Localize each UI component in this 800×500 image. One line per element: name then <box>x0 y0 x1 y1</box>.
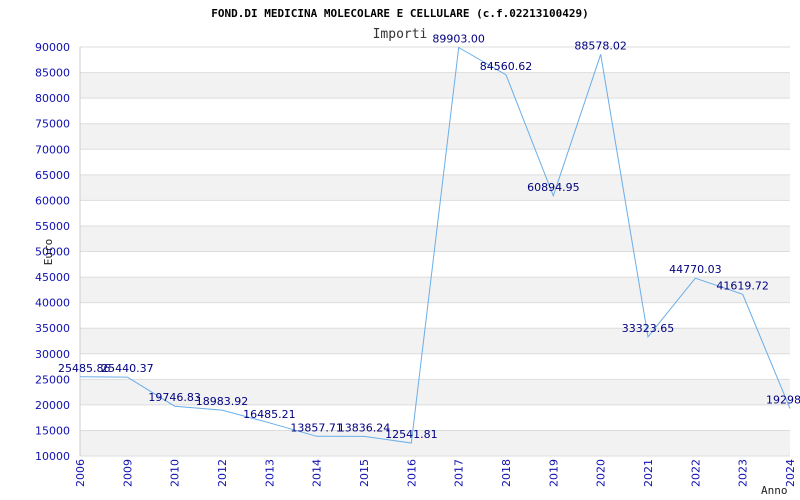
x-tick-label: 2015 <box>358 459 371 487</box>
y-axis-label: Euro <box>42 239 55 266</box>
y-tick-label: 60000 <box>35 194 70 207</box>
data-label: 25440.37 <box>101 362 154 375</box>
y-tick-label: 55000 <box>35 220 70 233</box>
x-tick-label: 2006 <box>74 459 87 487</box>
chart-title: FOND.DI MEDICINA MOLECOLARE E CELLULARE … <box>211 7 589 20</box>
data-label: 88578.02 <box>574 39 627 52</box>
y-tick-label: 30000 <box>35 348 70 361</box>
chart-subtitle: Importi <box>373 27 428 42</box>
y-tick-label: 75000 <box>35 118 70 131</box>
x-tick-label: 2024 <box>784 459 797 487</box>
plot-band <box>80 123 790 150</box>
data-label: 16485.21 <box>243 408 296 421</box>
line-chart: FOND.DI MEDICINA MOLECOLARE E CELLULARE … <box>35 7 800 497</box>
y-tick-label: 80000 <box>35 92 70 105</box>
x-tick-label: 2013 <box>263 459 276 487</box>
x-axis-label: Anno <box>761 484 788 497</box>
x-tick-label: 2009 <box>121 459 134 487</box>
data-label: 18983.92 <box>196 395 249 408</box>
y-tick-label: 20000 <box>35 399 70 412</box>
data-label: 19746.83 <box>148 391 201 404</box>
data-label: 44770.03 <box>669 263 722 276</box>
data-label: 41619.72 <box>716 279 769 292</box>
x-tick-label: 2018 <box>500 459 513 487</box>
data-label: 89903.00 <box>432 32 485 45</box>
x-tick-label: 2017 <box>453 459 466 487</box>
data-label: 12541.81 <box>385 428 438 441</box>
x-tick-label: 2014 <box>311 459 324 487</box>
y-tick-label: 15000 <box>35 424 70 437</box>
x-tick-label: 2010 <box>169 459 182 487</box>
x-tick-label: 2016 <box>405 459 418 487</box>
y-tick-label: 10000 <box>35 450 70 463</box>
y-tick-label: 40000 <box>35 297 70 310</box>
x-tick-label: 2021 <box>642 459 655 487</box>
data-label: 19298.7 <box>766 393 800 406</box>
y-tick-label: 35000 <box>35 322 70 335</box>
data-label: 13857.71 <box>290 421 343 434</box>
y-tick-label: 70000 <box>35 143 70 156</box>
plot-band <box>80 174 790 201</box>
x-axis-ticks: 2006 2009 2010 2012 2013 2014 2015 2016 2017 2018… <box>74 459 797 487</box>
x-tick-label: 2012 <box>216 459 229 487</box>
y-tick-label: 65000 <box>35 169 70 182</box>
x-tick-label: 2019 <box>547 459 560 487</box>
x-tick-label: 2023 <box>737 459 750 487</box>
data-label: 60894.95 <box>527 181 580 194</box>
data-label: 13836.24 <box>338 421 391 434</box>
y-tick-label: 85000 <box>35 67 70 80</box>
y-tick-label: 45000 <box>35 271 70 284</box>
plot-band <box>80 277 790 303</box>
y-tick-label: 25000 <box>35 373 70 386</box>
plot-band <box>80 72 790 99</box>
x-tick-label: 2022 <box>689 459 702 487</box>
x-tick-label: 2020 <box>595 459 608 487</box>
data-label: 84560.62 <box>480 60 533 73</box>
y-tick-label: 90000 <box>35 41 70 54</box>
data-label: 33323.65 <box>622 322 675 335</box>
plot-band <box>80 328 790 354</box>
